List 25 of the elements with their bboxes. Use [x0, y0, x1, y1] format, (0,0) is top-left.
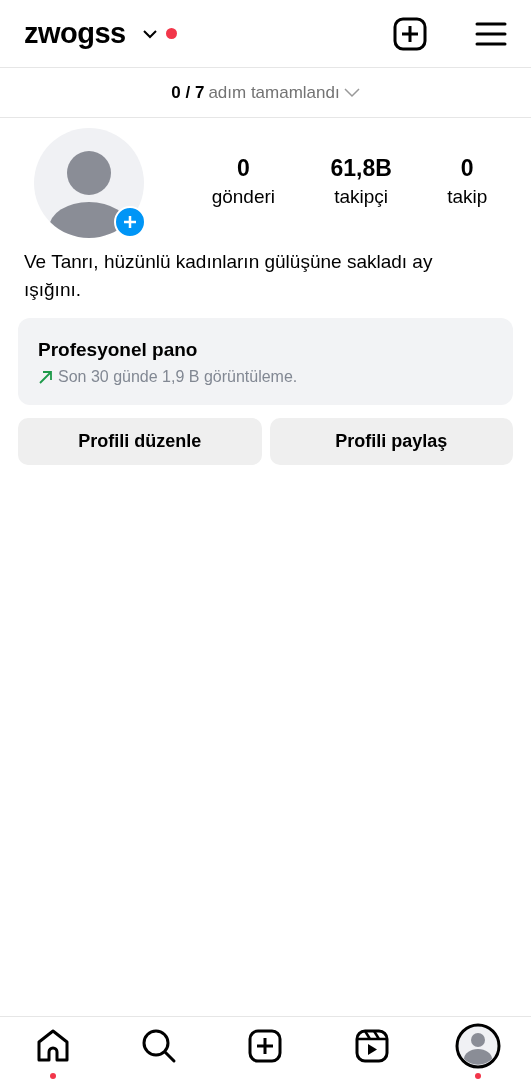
menu-icon[interactable] [475, 20, 507, 47]
profile-avatar-icon [454, 1022, 501, 1069]
search-icon [141, 1027, 178, 1064]
stat-label: gönderi [211, 184, 276, 209]
add-photo-icon[interactable] [114, 206, 146, 238]
bio-text: Ve Tanrı, hüzünlü kadınların gülüşüne sakladı ay ışığını. [23, 250, 434, 302]
stat-label: takipçi [334, 184, 389, 209]
dashboard-card[interactable]: Profesyonel pano Son 30 günde 1,9 B görüntüleme. [18, 318, 513, 405]
username[interactable]: zwogss [24, 11, 126, 56]
stat-label: takip [447, 184, 488, 209]
chevron-down-icon[interactable] [141, 28, 158, 39]
progress-count: 0 / 7 [171, 81, 205, 104]
dashboard-subtitle: Son 30 günde 1,9 B görüntüleme. [58, 366, 298, 387]
add-icon[interactable] [393, 16, 427, 51]
profile-button[interactable]: Profili paylaş [269, 417, 513, 465]
profile-button[interactable]: Profili düzenle [18, 417, 262, 465]
stat-value: 0 [236, 154, 250, 183]
add-icon [248, 1028, 283, 1063]
trend-arrow-icon [38, 369, 54, 384]
stat-value: 0 [460, 154, 474, 183]
stat-value: 61,8B [330, 154, 392, 183]
video-clip-icon [354, 1028, 389, 1063]
progress-label: adım tamamlandı [208, 81, 340, 104]
dashboard-title: Profesyonel pano [38, 338, 199, 362]
home-icon [35, 1027, 72, 1064]
